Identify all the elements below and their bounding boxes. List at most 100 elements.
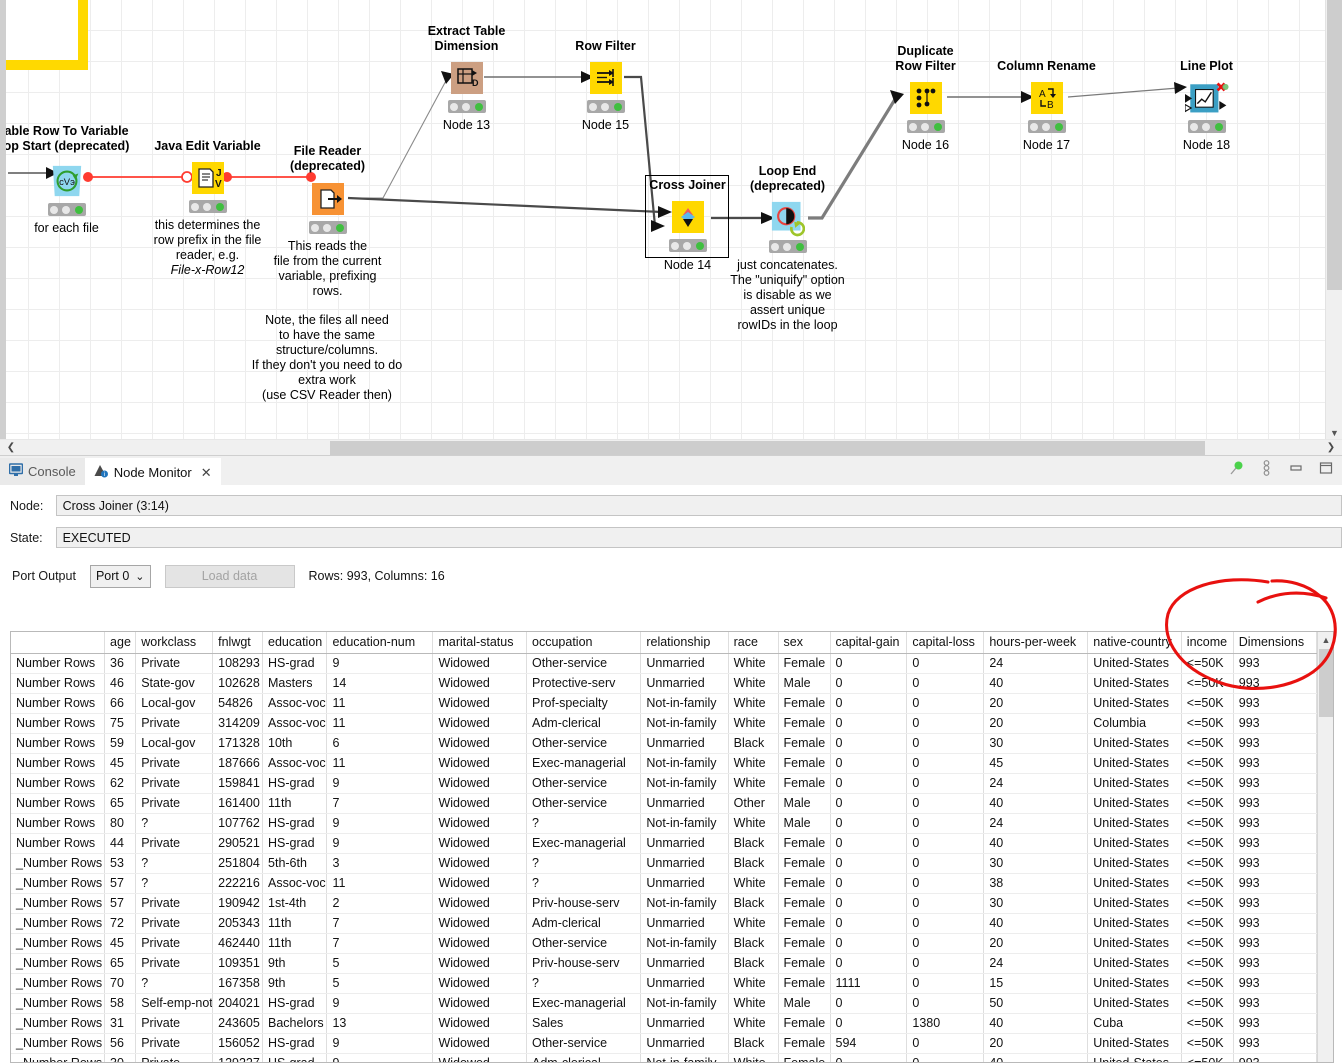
table-row[interactable]: Number Rows44Private290521HS-grad9Widowe… — [11, 834, 1317, 854]
scroll-left-icon[interactable]: ❮ — [0, 440, 22, 456]
table-cell: 0 — [907, 754, 984, 774]
table-row[interactable]: Number Rows62Private159841HS-grad9Widowe… — [11, 774, 1317, 794]
table-column-header-education_num[interactable]: education-num — [327, 632, 433, 654]
loop-end-icon[interactable] — [771, 201, 805, 235]
close-icon[interactable]: ✕ — [201, 465, 212, 481]
java-edit-variable-icon[interactable]: J V — [191, 161, 225, 195]
table-cell: 993 — [1233, 874, 1316, 894]
pin-icon[interactable] — [1228, 460, 1244, 476]
table-row[interactable]: Number Rows45Private187666Assoc-voc11Wid… — [11, 754, 1317, 774]
table-cell: 1st-4th — [263, 894, 327, 914]
table-cell: Self-emp-not-inc — [136, 994, 213, 1014]
table-column-header-dimensions[interactable]: Dimensions — [1233, 632, 1316, 654]
table-row[interactable]: _Number Rows45Private46244011th7WidowedO… — [11, 934, 1317, 954]
node-status-lamps — [769, 240, 807, 253]
table-column-header-rowid[interactable] — [11, 632, 105, 654]
table-row[interactable]: Number Rows75Private314209Assoc-voc11Wid… — [11, 714, 1317, 734]
table-column-header-occupation[interactable]: occupation — [527, 632, 641, 654]
table-column-header-capital_loss[interactable]: capital-loss — [907, 632, 984, 654]
row-filter-icon[interactable] — [589, 61, 623, 95]
file-reader-icon[interactable] — [311, 182, 345, 216]
table-column-header-race[interactable]: race — [728, 632, 778, 654]
table-row[interactable]: _Number Rows30Private129227HS-grad9Widow… — [11, 1054, 1317, 1063]
table-column-header-sex[interactable]: sex — [778, 632, 830, 654]
tab-node-monitor[interactable]: i Node Monitor ✕ — [85, 458, 221, 485]
table-row[interactable]: _Number Rows72Private20534311th7WidowedA… — [11, 914, 1317, 934]
cross-joiner-icon[interactable] — [671, 200, 705, 234]
canvas-vertical-scrollbar[interactable]: ▼ — [1325, 0, 1342, 441]
table-row[interactable]: _Number Rows58Self-emp-not-inc204021HS-g… — [11, 994, 1317, 1014]
table-cell: United-States — [1088, 1054, 1182, 1063]
node-field-value[interactable]: Cross Joiner (3:14) — [56, 495, 1342, 516]
table-column-header-education[interactable]: education — [263, 632, 327, 654]
table-cell: <=50K — [1181, 834, 1233, 854]
table-vertical-scrollbar[interactable]: ▲ — [1317, 632, 1333, 1062]
table-column-header-workclass[interactable]: workclass — [136, 632, 213, 654]
table-cell: 993 — [1233, 1034, 1316, 1054]
table-cell: HS-grad — [263, 774, 327, 794]
workflow-canvas[interactable]: able Row To Variable op Start (deprecate… — [0, 0, 1342, 455]
table-row[interactable]: _Number Rows65Private1093519th5WidowedPr… — [11, 954, 1317, 974]
table-row[interactable]: Number Rows46State-gov102628Masters14Wid… — [11, 674, 1317, 694]
table-cell: White — [728, 874, 778, 894]
scroll-up-icon[interactable]: ▲ — [1318, 632, 1334, 648]
table-cell: Unmarried — [641, 1014, 728, 1034]
table-column-header-fnlwgt[interactable]: fnlwgt — [213, 632, 263, 654]
port-output-table[interactable]: ageworkclassfnlwgteducationeducation-num… — [10, 631, 1334, 1063]
table-cell: Widowed — [433, 774, 527, 794]
canvas-horizontal-scroll-thumb[interactable] — [330, 441, 1205, 455]
view-menu-icon[interactable] — [1258, 460, 1274, 476]
table-row[interactable]: Number Rows59Local-gov17132810th6Widowed… — [11, 734, 1317, 754]
table-cell: 107762 — [213, 814, 263, 834]
table-column-header-marital_status[interactable]: marital-status — [433, 632, 527, 654]
port-select[interactable]: Port 0 ⌄ — [90, 565, 151, 588]
table-column-header-native_country[interactable]: native-country — [1088, 632, 1182, 654]
lamp-configured — [62, 206, 70, 214]
maximize-icon[interactable] — [1318, 460, 1334, 476]
duplicate-row-filter-icon[interactable] — [909, 81, 943, 115]
table-cell: 9 — [327, 1034, 433, 1054]
table-column-header-age[interactable]: age — [105, 632, 136, 654]
table-row[interactable]: Number Rows66Local-gov54826Assoc-voc11Wi… — [11, 694, 1317, 714]
minimize-icon[interactable] — [1288, 460, 1304, 476]
table-cell: 54826 — [213, 694, 263, 714]
line-plot-icon[interactable] — [1185, 81, 1229, 121]
table-cell: <=50K — [1181, 654, 1233, 674]
table-row[interactable]: _Number Rows57Private1909421st-4th2Widow… — [11, 894, 1317, 914]
table-cell: 0 — [907, 1054, 984, 1063]
table-cell: 993 — [1233, 934, 1316, 954]
table-vertical-scroll-thumb[interactable] — [1319, 649, 1333, 717]
canvas-vertical-scroll-thumb[interactable] — [1327, 0, 1342, 290]
workflow-annotation-box[interactable] — [0, 0, 88, 70]
table-column-header-capital_gain[interactable]: capital-gain — [830, 632, 907, 654]
table-cell: Widowed — [433, 734, 527, 754]
table-row[interactable]: Number Rows65Private16140011th7WidowedOt… — [11, 794, 1317, 814]
table-cell: 0 — [830, 954, 907, 974]
node-field-label: Node: — [10, 499, 56, 513]
node-title: Line Plot — [1180, 59, 1233, 74]
table-column-header-income[interactable]: income — [1181, 632, 1233, 654]
table-column-header-relationship[interactable]: relationship — [641, 632, 728, 654]
table-column-header-hours_per_week[interactable]: hours-per-week — [984, 632, 1088, 654]
extract-table-dimension-icon[interactable]: D — [450, 61, 484, 95]
table-cell: 0 — [907, 794, 984, 814]
table-row[interactable]: Number Rows36Private108293HS-grad9Widowe… — [11, 654, 1317, 674]
table-row[interactable]: _Number Rows31Private243605Bachelors13Wi… — [11, 1014, 1317, 1034]
table-cell: Female — [778, 654, 830, 674]
svg-text:i: i — [104, 472, 105, 478]
scroll-right-icon[interactable]: ❯ — [1320, 440, 1342, 456]
table-cell: White — [728, 914, 778, 934]
load-data-button[interactable]: Load data — [165, 565, 295, 588]
table-row[interactable]: _Number Rows70?1673589th5Widowed?Unmarri… — [11, 974, 1317, 994]
canvas-horizontal-scrollbar[interactable]: ❮ ❯ — [0, 439, 1342, 455]
table-row[interactable]: _Number Rows56Private156052HS-grad9Widow… — [11, 1034, 1317, 1054]
tab-console[interactable]: Console — [0, 458, 85, 485]
table-cell: Private — [136, 794, 213, 814]
table-row[interactable]: _Number Rows53?2518045th-6th3Widowed?Unm… — [11, 854, 1317, 874]
loop-start-icon[interactable]: cVэ — [50, 164, 84, 198]
table-row[interactable]: Number Rows80?107762HS-grad9Widowed?Not-… — [11, 814, 1317, 834]
column-rename-icon[interactable]: A B — [1030, 81, 1064, 115]
state-field-value[interactable]: EXECUTED — [56, 527, 1342, 548]
table-row[interactable]: _Number Rows57?222216Assoc-voc11Widowed?… — [11, 874, 1317, 894]
table-cell: Black — [728, 934, 778, 954]
